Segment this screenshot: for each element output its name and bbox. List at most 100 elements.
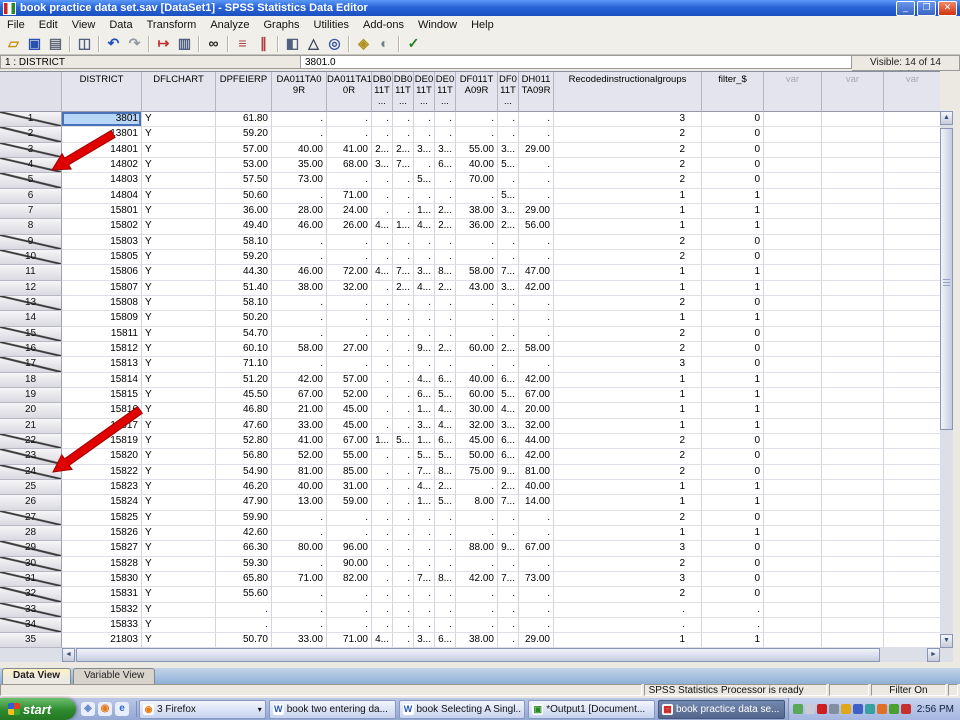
cell-var1-r15[interactable] — [764, 327, 822, 342]
menu-edit[interactable]: Edit — [32, 18, 65, 32]
cell-filter_$-r9[interactable]: 0 — [702, 235, 764, 250]
tray-icon-1[interactable] — [793, 704, 803, 714]
cell-DH011TA09R-r22[interactable]: 44.00 — [519, 434, 554, 449]
cell-DA011TA09R-r11[interactable]: 46.00 — [272, 265, 327, 280]
cell-DA011TA09R-r23[interactable]: 52.00 — [272, 449, 327, 464]
menu-analyze[interactable]: Analyze — [203, 18, 256, 32]
cell-var2-r10[interactable] — [822, 250, 884, 265]
value-labels-icon[interactable]: ◈ — [353, 34, 374, 53]
cell-DF011T-r24[interactable]: 9... — [498, 465, 519, 480]
cell-DA011TA09R-r1[interactable]: . — [272, 112, 327, 127]
cell-var1-r3[interactable] — [764, 143, 822, 158]
cell-DF011T-r7[interactable]: 3... — [498, 204, 519, 219]
insert-variable-icon[interactable]: ∥ — [253, 34, 274, 53]
cell-DA011TA09R-r29[interactable]: 80.00 — [272, 541, 327, 556]
cell-DA011TA09R-r18[interactable]: 42.00 — [272, 373, 327, 388]
cell-DFLCHART-r16[interactable]: Y — [142, 342, 216, 357]
row-number-25[interactable]: 25 — [0, 480, 62, 495]
cell-filter_$-r2[interactable]: 0 — [702, 127, 764, 142]
cell-Recodedinstructionalgroups-r20[interactable]: 1 — [554, 403, 702, 418]
cell-DA011TA09R-r24[interactable]: 81.00 — [272, 465, 327, 480]
cell-Recodedinstructionalgroups-r10[interactable]: 2 — [554, 250, 702, 265]
tray-icon-5[interactable] — [841, 704, 851, 714]
row-number-8[interactable]: 8 — [0, 219, 62, 234]
cell-DF011TA09R-r6[interactable]: . — [456, 189, 498, 204]
cell-var1-r21[interactable] — [764, 419, 822, 434]
cell-var3-r18[interactable] — [884, 373, 940, 388]
row-number-30[interactable]: 30 — [0, 557, 62, 572]
cell-DF011T-r12[interactable]: 3... — [498, 281, 519, 296]
cell-DE011T_a-r32[interactable]: . — [414, 587, 435, 602]
cell-DH011TA09R-r14[interactable]: . — [519, 311, 554, 326]
cell-DPFEIERP-r33[interactable]: . — [216, 603, 272, 618]
cell-filter_$-r8[interactable]: 1 — [702, 219, 764, 234]
cell-DFLCHART-r27[interactable]: Y — [142, 511, 216, 526]
cell-DB011T_a-r15[interactable]: . — [372, 327, 393, 342]
cell-DB011T_b-r30[interactable]: . — [393, 557, 414, 572]
cell-DE011T_b-r1[interactable]: . — [435, 112, 456, 127]
cell-var1-r29[interactable] — [764, 541, 822, 556]
cell-filter_$-r32[interactable]: 0 — [702, 587, 764, 602]
cell-Recodedinstructionalgroups-r16[interactable]: 2 — [554, 342, 702, 357]
cell-DF011T-r13[interactable]: . — [498, 296, 519, 311]
cell-var1-r34[interactable] — [764, 618, 822, 633]
cell-filter_$-r30[interactable]: 0 — [702, 557, 764, 572]
cell-DB011T_a-r32[interactable]: . — [372, 587, 393, 602]
cell-DH011TA09R-r6[interactable]: . — [519, 189, 554, 204]
cell-DB011T_b-r15[interactable]: . — [393, 327, 414, 342]
cell-var1-r35[interactable] — [764, 633, 822, 648]
cell-Recodedinstructionalgroups-r35[interactable]: 1 — [554, 633, 702, 648]
scroll-up-button[interactable]: ▲ — [940, 111, 953, 125]
cell-var3-r24[interactable] — [884, 465, 940, 480]
cell-DF011T-r29[interactable]: 9... — [498, 541, 519, 556]
cell-DA011TA10R-r25[interactable]: 31.00 — [327, 480, 372, 495]
cell-var2-r12[interactable] — [822, 281, 884, 296]
column-header-DF011T[interactable]: DF0 11T ... — [498, 72, 519, 112]
cell-var3-r9[interactable] — [884, 235, 940, 250]
cell-DA011TA10R-r18[interactable]: 57.00 — [327, 373, 372, 388]
cell-DFLCHART-r1[interactable]: Y — [142, 112, 216, 127]
cell-DE011T_b-r20[interactable]: 4... — [435, 403, 456, 418]
cell-DF011T-r26[interactable]: 7... — [498, 495, 519, 510]
cell-var1-r6[interactable] — [764, 189, 822, 204]
row-number-9[interactable]: 9 — [0, 235, 62, 250]
cell-DISTRICT-r17[interactable]: 15813 — [62, 357, 142, 372]
cell-var2-r11[interactable] — [822, 265, 884, 280]
cell-var3-r34[interactable] — [884, 618, 940, 633]
cell-DPFEIERP-r20[interactable]: 46.80 — [216, 403, 272, 418]
cell-DH011TA09R-r5[interactable]: . — [519, 173, 554, 188]
scroll-down-button[interactable]: ▼ — [940, 634, 953, 648]
cell-DA011TA10R-r3[interactable]: 41.00 — [327, 143, 372, 158]
cell-var3-r22[interactable] — [884, 434, 940, 449]
cell-filter_$-r11[interactable]: 1 — [702, 265, 764, 280]
column-header-DA011TA09R[interactable]: DA011TA0 9R — [272, 72, 327, 112]
cell-DPFEIERP-r15[interactable]: 54.70 — [216, 327, 272, 342]
column-header-DH011TA09R[interactable]: DH011 TA09R — [519, 72, 554, 112]
cell-DB011T_a-r17[interactable]: . — [372, 357, 393, 372]
cell-var2-r29[interactable] — [822, 541, 884, 556]
cell-DF011T-r1[interactable]: . — [498, 112, 519, 127]
cell-DA011TA09R-r34[interactable]: . — [272, 618, 327, 633]
cell-var2-r31[interactable] — [822, 572, 884, 587]
tray-icon-4[interactable] — [829, 704, 839, 714]
cell-DB011T_b-r14[interactable]: . — [393, 311, 414, 326]
cell-DPFEIERP-r11[interactable]: 44.30 — [216, 265, 272, 280]
cell-DE011T_a-r14[interactable]: . — [414, 311, 435, 326]
cell-var2-r13[interactable] — [822, 296, 884, 311]
cell-DB011T_a-r2[interactable]: . — [372, 127, 393, 142]
cell-DH011TA09R-r27[interactable]: . — [519, 511, 554, 526]
cell-DB011T_a-r7[interactable]: . — [372, 204, 393, 219]
cell-DB011T_a-r12[interactable]: . — [372, 281, 393, 296]
cell-DE011T_b-r35[interactable]: 6... — [435, 633, 456, 648]
cell-DE011T_b-r18[interactable]: 6... — [435, 373, 456, 388]
vertical-scrollbar[interactable]: ▲ ▼ — [940, 111, 953, 648]
cell-DFLCHART-r24[interactable]: Y — [142, 465, 216, 480]
cell-DFLCHART-r20[interactable]: Y — [142, 403, 216, 418]
cell-DF011T-r25[interactable]: 2... — [498, 480, 519, 495]
cell-DF011T-r8[interactable]: 2... — [498, 219, 519, 234]
cell-DA011TA09R-r4[interactable]: 35.00 — [272, 158, 327, 173]
cell-DH011TA09R-r8[interactable]: 56.00 — [519, 219, 554, 234]
cell-Recodedinstructionalgroups-r8[interactable]: 1 — [554, 219, 702, 234]
cell-DISTRICT-r22[interactable]: 15819 — [62, 434, 142, 449]
weight-cases-icon[interactable]: △ — [303, 34, 324, 53]
